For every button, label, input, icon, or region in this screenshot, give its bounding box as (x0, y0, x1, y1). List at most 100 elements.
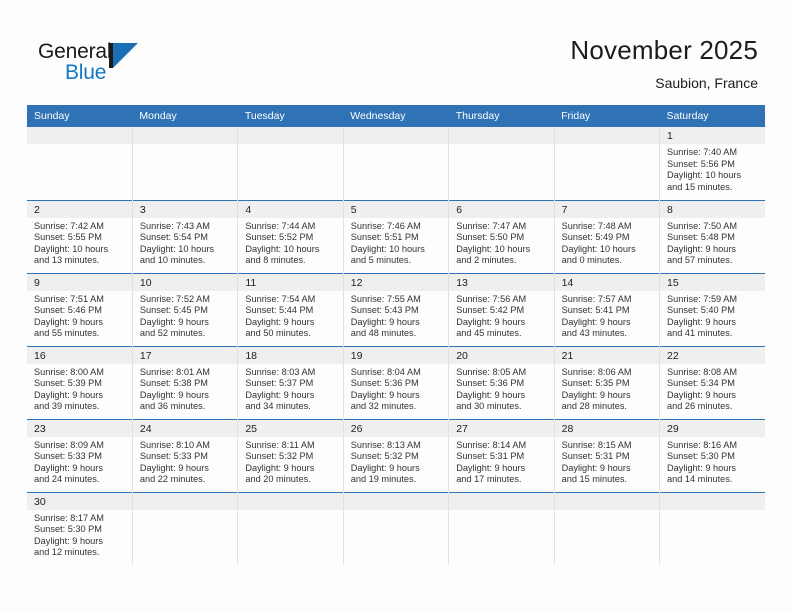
calendar-cell-empty (448, 127, 555, 200)
day-number: 19 (343, 346, 449, 364)
calendar-cell-day-10[interactable]: 10 Sunrise: 7:52 AM Sunset: 5:45 PM Dayligh… (131, 272, 238, 346)
calendar-cell-day-8[interactable]: 8 Sunrise: 7:50 AM Sunset: 5:48 PM Daylight… (659, 199, 765, 273)
day-number (449, 492, 554, 510)
day-daylight-line2: and 13 minutes. (34, 255, 100, 266)
logo-triangle-icon (113, 43, 138, 68)
calendar-cell-empty (131, 491, 238, 565)
calendar-cell-day-12[interactable]: 12 Sunrise: 7:55 AM Sunset: 5:43 PM Dayligh… (342, 272, 449, 346)
day-number: 17 (132, 346, 238, 364)
day-details: Sunrise: 7:56 AM Sunset: 5:42 PM Daylight:… (449, 291, 553, 340)
day-daylight-line1: Daylight: 10 hours (245, 243, 320, 254)
location-subtitle: Saubion, France (655, 75, 758, 91)
day-details: Sunrise: 7:51 AM Sunset: 5:46 PM Daylight:… (27, 291, 132, 340)
day-number (132, 492, 238, 510)
calendar-cell-day-18[interactable]: 18 Sunrise: 8:03 AM Sunset: 5:37 PM Dayligh… (237, 345, 344, 419)
day-daylight-line2: and 55 minutes. (34, 328, 100, 339)
day-daylight-line2: and 43 minutes. (561, 328, 627, 339)
calendar-cell-day-14[interactable]: 14 Sunrise: 7:57 AM Sunset: 5:41 PM Dayligh… (553, 272, 660, 346)
calendar-cell-day-6[interactable]: 6 Sunrise: 7:47 AM Sunset: 5:50 PM Daylight… (448, 199, 555, 273)
day-daylight-line2: and 39 minutes. (34, 401, 100, 412)
logo-text-blue: Blue (65, 61, 107, 84)
day-sunrise: Sunrise: 8:10 AM (139, 439, 210, 450)
calendar-cell-day-23[interactable]: 23 Sunrise: 8:09 AM Sunset: 5:33 PM Dayligh… (27, 418, 133, 492)
day-daylight-line1: Daylight: 9 hours (34, 462, 103, 473)
day-details: Sunrise: 7:47 AM Sunset: 5:50 PM Daylight:… (449, 218, 553, 267)
calendar-cell-inner: 5 Sunrise: 7:46 AM Sunset: 5:51 PM Daylight… (343, 200, 449, 273)
calendar-cell-day-29[interactable]: 29 Sunrise: 8:16 AM Sunset: 5:30 PM Dayligh… (659, 418, 765, 492)
day-sunset: Sunset: 5:45 PM (139, 305, 208, 316)
day-sunrise: Sunrise: 7:59 AM (667, 293, 737, 304)
day-daylight-line2: and 32 minutes. (350, 401, 417, 412)
day-sunset: Sunset: 5:33 PM (139, 451, 208, 462)
day-daylight-line2: and 0 minutes. (561, 255, 622, 266)
day-sunrise: Sunrise: 7:55 AM (350, 293, 421, 304)
calendar-cell-day-9[interactable]: 9 Sunrise: 7:51 AM Sunset: 5:46 PM Daylight… (27, 272, 133, 346)
calendar-cell-day-1[interactable]: 1 Sunrise: 7:40 AM Sunset: 5:56 PM Daylight… (659, 127, 765, 200)
calendar-cell-day-4[interactable]: 4 Sunrise: 7:44 AM Sunset: 5:52 PM Daylight… (237, 199, 344, 273)
calendar-cell-day-2[interactable]: 2 Sunrise: 7:42 AM Sunset: 5:55 PM Daylight… (27, 199, 133, 273)
day-daylight-line1: Daylight: 10 hours (667, 170, 742, 181)
calendar-cell-day-16[interactable]: 16 Sunrise: 8:00 AM Sunset: 5:39 PM Dayligh… (27, 345, 133, 419)
day-number (238, 127, 343, 144)
calendar-cell-day-24[interactable]: 24 Sunrise: 8:10 AM Sunset: 5:33 PM Dayligh… (131, 418, 238, 492)
day-number (238, 492, 343, 510)
day-sunrise: Sunrise: 8:04 AM (350, 366, 421, 377)
day-sunrise: Sunrise: 8:01 AM (139, 366, 210, 377)
day-sunset: Sunset: 5:50 PM (456, 232, 525, 243)
day-sunset: Sunset: 5:52 PM (245, 232, 314, 243)
day-sunrise: Sunrise: 7:54 AM (245, 293, 316, 304)
calendar-grid: Sunday Monday Tuesday Wednesday Thursday Frid… (27, 105, 765, 565)
day-number: 12 (343, 273, 449, 291)
calendar-cell-day-28[interactable]: 28 Sunrise: 8:15 AM Sunset: 5:31 PM Dayligh… (553, 418, 660, 492)
calendar-cell-day-22[interactable]: 22 Sunrise: 8:08 AM Sunset: 5:34 PM Dayligh… (659, 345, 765, 419)
day-daylight-line2: and 12 minutes. (34, 547, 100, 558)
page-header: General Blue November 2025 Saubion, Fran… (0, 0, 792, 104)
calendar-cell-day-15[interactable]: 15 Sunrise: 7:59 AM Sunset: 5:40 PM Dayligh… (659, 272, 765, 346)
day-number: 25 (238, 419, 343, 437)
day-number: 13 (449, 273, 554, 291)
calendar-cell-day-25[interactable]: 25 Sunrise: 8:11 AM Sunset: 5:32 PM Dayligh… (237, 418, 344, 492)
day-daylight-line1: Daylight: 9 hours (561, 389, 631, 400)
calendar-cell-day-11[interactable]: 11 Sunrise: 7:54 AM Sunset: 5:44 PM Dayligh… (237, 272, 344, 346)
weekday-header-wednesday: Wednesday (343, 105, 449, 127)
day-number: 10 (132, 273, 238, 291)
day-daylight-line2: and 57 minutes. (667, 255, 733, 266)
calendar-cell-day-5[interactable]: 5 Sunrise: 7:46 AM Sunset: 5:51 PM Daylight… (342, 199, 449, 273)
day-daylight-line2: and 20 minutes. (245, 474, 311, 485)
day-sunrise: Sunrise: 8:08 AM (667, 366, 737, 377)
calendar-cell-day-17[interactable]: 17 Sunrise: 8:01 AM Sunset: 5:38 PM Dayligh… (131, 345, 238, 419)
day-sunrise: Sunrise: 7:48 AM (561, 220, 632, 231)
calendar-cell-empty (659, 491, 765, 565)
day-sunset: Sunset: 5:30 PM (667, 451, 735, 462)
title-block: November 2025 Saubion, France (570, 34, 758, 93)
calendar-cell-inner (449, 127, 554, 200)
day-daylight-line2: and 14 minutes. (667, 474, 733, 485)
day-daylight-line2: and 30 minutes. (456, 401, 522, 412)
day-daylight-line1: Daylight: 10 hours (561, 243, 636, 254)
calendar-cell-empty (131, 127, 238, 200)
day-sunset: Sunset: 5:44 PM (245, 305, 314, 316)
day-daylight-line1: Daylight: 9 hours (139, 462, 209, 473)
calendar-cell-day-20[interactable]: 20 Sunrise: 8:05 AM Sunset: 5:36 PM Dayligh… (448, 345, 555, 419)
calendar-cell-day-7[interactable]: 7 Sunrise: 7:48 AM Sunset: 5:49 PM Daylight… (553, 199, 660, 273)
day-daylight-line2: and 15 minutes. (667, 181, 733, 192)
calendar-cell-day-19[interactable]: 19 Sunrise: 8:04 AM Sunset: 5:36 PM Dayligh… (342, 345, 449, 419)
day-details: Sunrise: 7:48 AM Sunset: 5:49 PM Daylight:… (555, 218, 659, 267)
day-daylight-line2: and 50 minutes. (245, 328, 311, 339)
day-details: Sunrise: 7:59 AM Sunset: 5:40 PM Daylight:… (660, 291, 765, 340)
calendar-cell-day-21[interactable]: 21 Sunrise: 8:06 AM Sunset: 5:35 PM Dayligh… (553, 345, 660, 419)
calendar-cell-day-27[interactable]: 27 Sunrise: 8:14 AM Sunset: 5:31 PM Dayligh… (448, 418, 555, 492)
day-number: 23 (27, 419, 132, 437)
day-number: 26 (343, 419, 449, 437)
day-details: Sunrise: 8:03 AM Sunset: 5:37 PM Daylight:… (238, 364, 342, 413)
calendar-cell-day-30[interactable]: 30 Sunrise: 8:17 AM Sunset: 5:30 PM Dayligh… (27, 491, 133, 565)
day-daylight-line1: Daylight: 9 hours (667, 316, 736, 327)
day-number: 2 (27, 200, 132, 218)
day-sunset: Sunset: 5:32 PM (245, 451, 314, 462)
general-blue-logo[interactable]: General Blue (38, 40, 148, 90)
calendar-cell-day-3[interactable]: 3 Sunrise: 7:43 AM Sunset: 5:54 PM Daylight… (131, 199, 238, 273)
day-number: 16 (27, 346, 132, 364)
calendar-cell-day-26[interactable]: 26 Sunrise: 8:13 AM Sunset: 5:32 PM Dayligh… (342, 418, 449, 492)
calendar-cell-day-13[interactable]: 13 Sunrise: 7:56 AM Sunset: 5:42 PM Dayligh… (448, 272, 555, 346)
day-sunrise: Sunrise: 8:16 AM (667, 439, 737, 450)
